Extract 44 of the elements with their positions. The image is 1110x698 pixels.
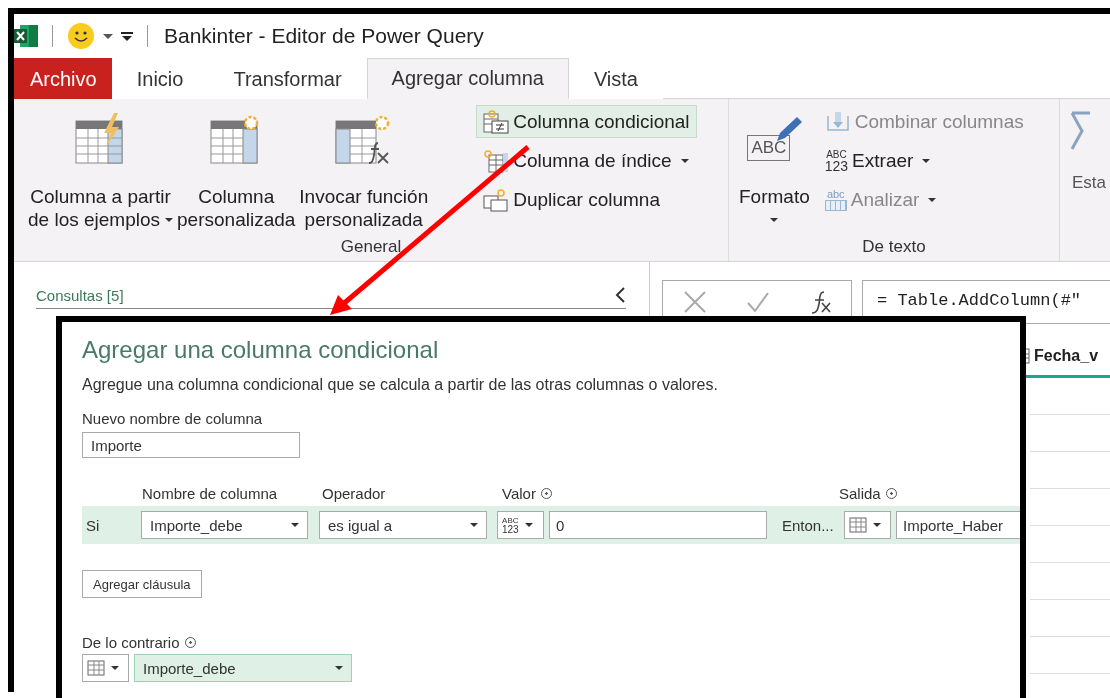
column-heading: Nombre de columna xyxy=(142,484,278,502)
value-field[interactable]: 0 xyxy=(549,511,767,539)
duplicate-column-icon xyxy=(483,187,510,212)
ribbon-large-button[interactable]: Invocar función personalizada xyxy=(297,105,431,231)
field-label: Nuevo nombre de columna xyxy=(82,410,264,427)
ribbon-large-button[interactable]: Columna personalizada xyxy=(175,105,298,231)
else-label: De lo contrario xyxy=(82,634,180,651)
ribbon-tab[interactable]: Agregar columna xyxy=(366,58,569,99)
output-field[interactable]: Importe_Haber xyxy=(896,511,1020,539)
value-type-button[interactable]: ABC 123 xyxy=(497,511,544,539)
ribbon-group-label: General xyxy=(339,237,403,257)
ribbon-large-button[interactable]: ABC Formato xyxy=(729,105,812,222)
dialog-title: Agregar una columna condicional xyxy=(82,336,440,364)
then-label: Enton... xyxy=(782,516,834,534)
ribbon-small-button[interactable]: Duplicar columna xyxy=(476,183,697,216)
ribbon-large-button[interactable]: Columna a partir de los ejemplos xyxy=(14,105,176,231)
queries-pane-title: Consultas [5] xyxy=(36,286,124,304)
output-type-button[interactable] xyxy=(844,511,891,539)
customize-toolbar-icon[interactable] xyxy=(121,30,133,42)
operator-dropdown[interactable]: es igual a xyxy=(319,511,487,539)
column-dropdown[interactable]: Importe_debe xyxy=(141,511,308,539)
column-heading: Operador xyxy=(322,484,386,502)
window-title: Bankinter - Editor de Power Query xyxy=(164,24,484,48)
collapse-icon[interactable] xyxy=(614,286,626,304)
column-heading: Salida xyxy=(839,484,881,502)
smiley-icon[interactable] xyxy=(67,22,95,50)
index-column-icon xyxy=(483,148,510,173)
dialog-description: Agregue una columna condicional que se calcula a partir de las otras columnas o valores. xyxy=(82,376,719,394)
spreadsheet-app-icon xyxy=(14,24,38,48)
ribbon-group-label: De texto xyxy=(861,237,927,257)
add-clause-button[interactable]: Agregar cláusula xyxy=(82,570,202,598)
column-heading: Valor xyxy=(502,484,536,502)
column-name-field[interactable]: Importe xyxy=(82,432,300,458)
output-type-button[interactable] xyxy=(82,654,129,682)
merge-columns-icon xyxy=(824,109,851,134)
conditional-column-icon xyxy=(483,109,510,134)
caret-icon[interactable] xyxy=(103,33,113,39)
else-dropdown[interactable]: Importe_debe xyxy=(134,654,352,682)
clause-prefix: Si xyxy=(86,516,101,534)
ribbon-large-button[interactable]: Esta xyxy=(1072,173,1107,193)
abc-123-icon: ABC 123 xyxy=(824,148,849,173)
file-tab[interactable]: Archivo xyxy=(14,58,112,99)
sigma-icon xyxy=(1070,111,1090,151)
ribbon-small-button[interactable]: Columna condicional xyxy=(476,105,697,138)
